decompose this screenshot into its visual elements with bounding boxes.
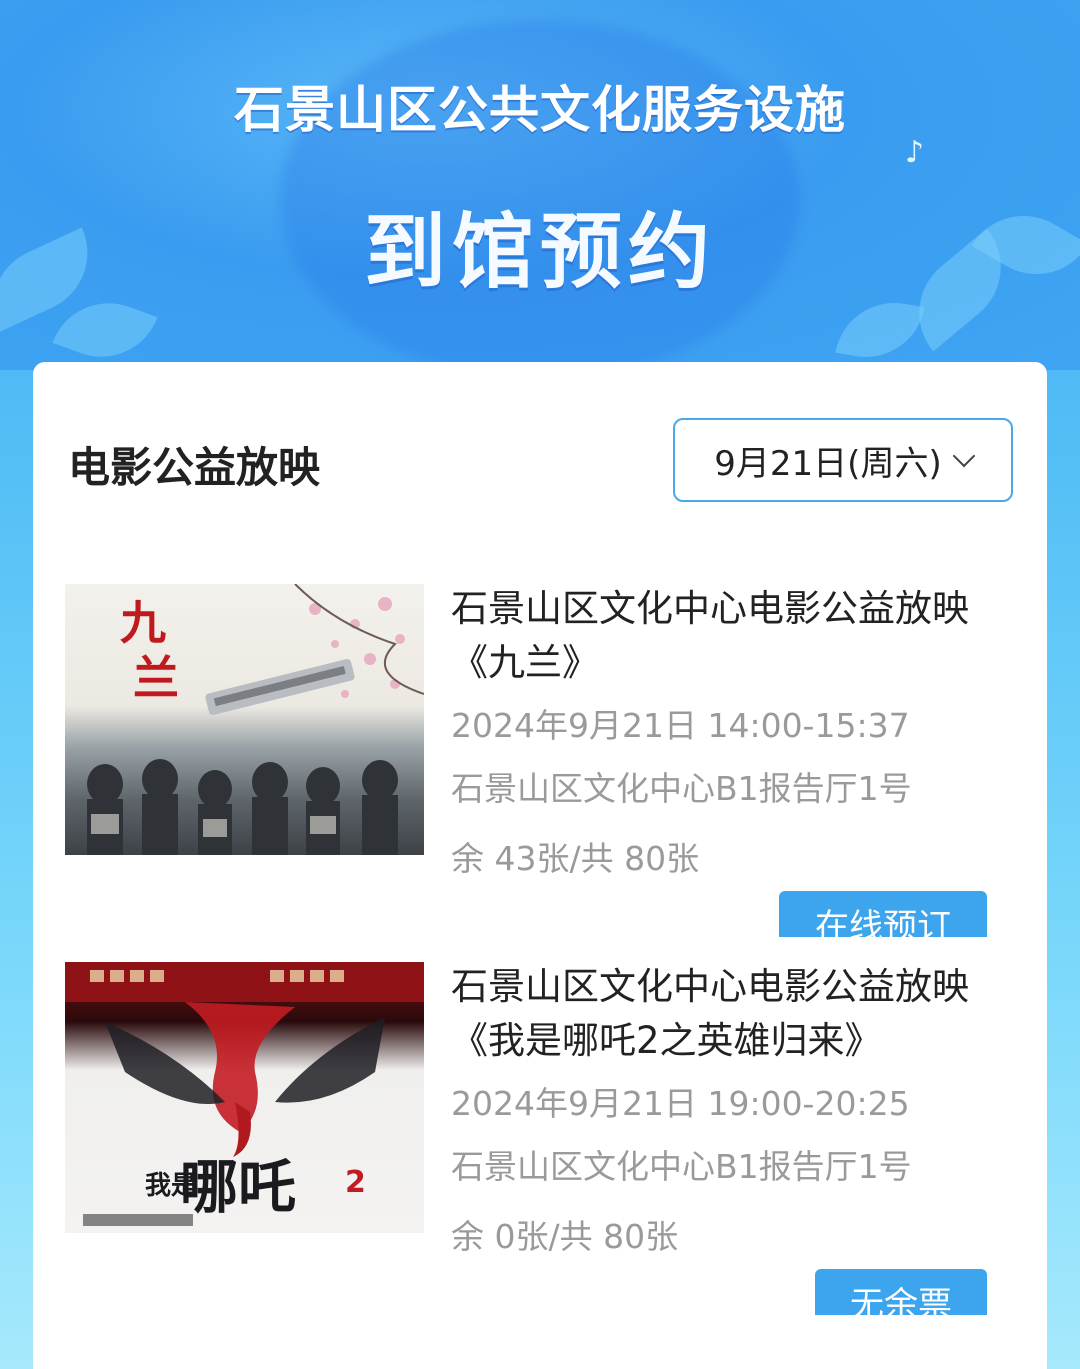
date-select[interactable]: 9月21日(周六) (673, 418, 1013, 502)
event-title[interactable]: 石景山区文化中心电影公益放映《我是哪吒2之英雄归来》 (451, 960, 1011, 1068)
event-place: 石景山区文化中心B1报告厅1号 (451, 769, 912, 808)
event-place: 石景山区文化中心B1报告厅1号 (451, 1147, 912, 1186)
book-online-button[interactable]: 在线预订 (779, 891, 987, 937)
event-title[interactable]: 石景山区文化中心电影公益放映《九兰》 (451, 582, 1011, 690)
poster-title-char: 2 (345, 1165, 366, 1200)
date-select-value: 9月21日(周六) (714, 443, 942, 484)
event-seats: 余 0张/共 80张 (451, 1217, 679, 1256)
sold-out-button[interactable]: 无余票 (815, 1269, 987, 1315)
hero-title: 石景山区公共文化服务设施 (234, 81, 846, 139)
event-seats: 余 43张/共 80张 (451, 839, 700, 878)
poster-title-char: 九 (120, 596, 166, 650)
poster-illustration: 九 兰 (87, 584, 424, 855)
hero-banner: ♪ 石景山区公共文化服务设施 到馆预约 (0, 0, 1080, 370)
poster-title-char: 兰 (133, 651, 179, 705)
poster-title-char: 哪吒 (180, 1153, 296, 1221)
event-poster[interactable]: 哪吒 2 我是 (65, 962, 424, 1233)
poster-illustration: 哪吒 2 我是 (65, 962, 424, 1226)
event-poster[interactable]: 九 兰 (65, 584, 424, 855)
event-time: 2024年9月21日 14:00-15:37 (451, 706, 910, 745)
booking-card: 电影公益放映 9月21日(周六) 九 兰 石景山区文化中心电影公益放映《九兰》 … (33, 362, 1047, 1369)
section-title: 电影公益放映 (68, 443, 321, 492)
chevron-down-icon (952, 444, 976, 468)
event-time: 2024年9月21日 19:00-20:25 (451, 1084, 910, 1123)
hero-subtitle: 到馆预约 (363, 205, 716, 300)
leaf-decoration (835, 293, 925, 367)
poster-title-char: 我是 (145, 1171, 197, 1201)
